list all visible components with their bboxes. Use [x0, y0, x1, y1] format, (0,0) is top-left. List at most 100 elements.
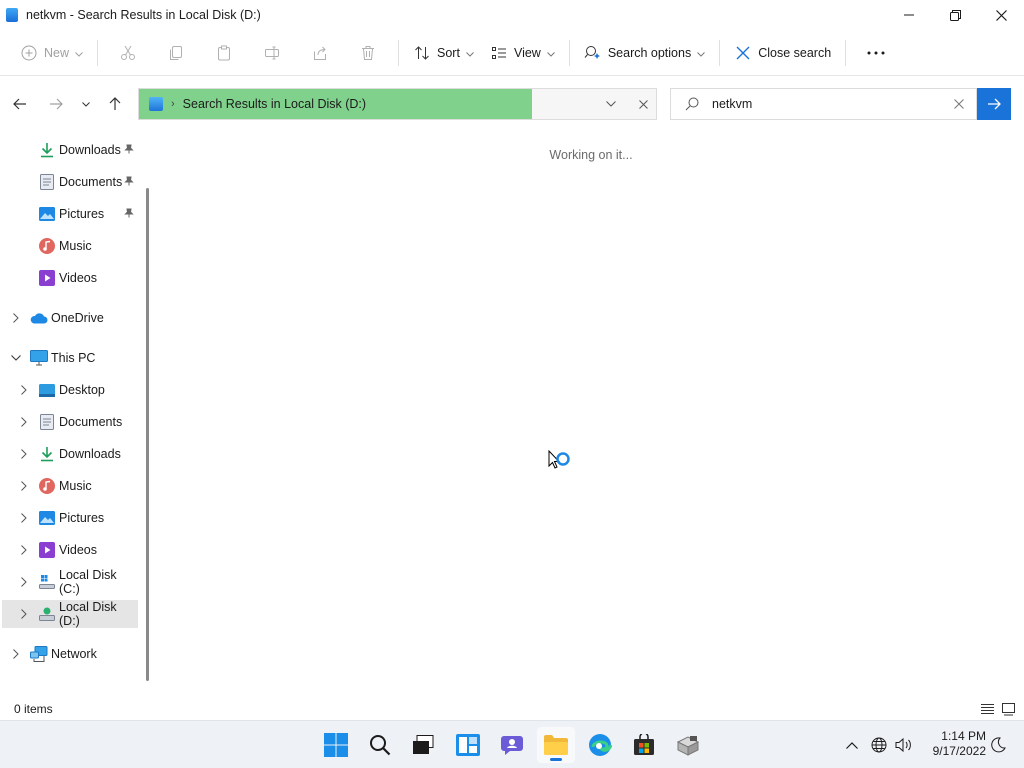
up-button[interactable] — [103, 92, 127, 116]
delete-button[interactable] — [344, 37, 392, 69]
clear-search-button[interactable] — [942, 99, 976, 109]
new-button[interactable]: New — [12, 37, 91, 69]
network-icon — [30, 645, 48, 663]
item-count: 0 items — [14, 702, 53, 716]
nav-scrollbar[interactable] — [146, 188, 149, 681]
toolbar-divider — [719, 39, 721, 66]
active-app-indicator — [550, 758, 562, 761]
nav-item-videos[interactable]: Videos — [2, 264, 138, 292]
close-button[interactable] — [978, 0, 1024, 30]
breadcrumb-search-results[interactable]: Search Results in Local Disk (D:) — [183, 97, 366, 111]
share-icon — [314, 46, 327, 60]
stop-search-button[interactable] — [629, 89, 657, 119]
store-button[interactable] — [625, 727, 663, 763]
search-go-button[interactable] — [977, 88, 1011, 120]
chevron-right-icon[interactable] — [18, 577, 30, 587]
network-tray-button[interactable] — [868, 727, 890, 763]
arrow-up-icon — [109, 97, 121, 110]
pin-icon — [124, 143, 134, 157]
show-hidden-icons-button[interactable] — [841, 727, 863, 763]
maximize-button[interactable] — [932, 0, 978, 30]
file-explorer-taskbar-button[interactable] — [537, 727, 575, 763]
picture-icon — [38, 205, 56, 223]
rename-button[interactable] — [248, 37, 296, 69]
nav-item-local-disk-d[interactable]: Local Disk (D:) — [2, 600, 138, 628]
details-view-button[interactable] — [979, 701, 995, 717]
sort-button[interactable]: Sort — [405, 37, 482, 69]
nav-item-pictures[interactable]: Pictures — [2, 200, 138, 228]
chevron-right-icon[interactable] — [10, 313, 22, 323]
close-search-button[interactable]: Close search — [726, 37, 839, 69]
drive-c-icon — [38, 573, 56, 591]
copy-button[interactable] — [152, 37, 200, 69]
paste-button[interactable] — [200, 37, 248, 69]
chevron-down-icon — [82, 101, 90, 107]
taskbar: 1:14 PM 9/17/2022 — [0, 720, 1024, 768]
forward-button[interactable] — [44, 92, 68, 116]
close-icon — [954, 99, 964, 109]
search-box[interactable]: netkvm — [670, 88, 977, 120]
focus-assist-button[interactable] — [987, 727, 1009, 763]
nav-item-music[interactable]: Music — [2, 232, 138, 260]
task-view-icon — [413, 735, 434, 754]
taskbar-search-button[interactable] — [361, 727, 399, 763]
nav-item-documents-pc[interactable]: Documents — [2, 408, 138, 436]
minimize-button[interactable] — [886, 0, 932, 30]
close-search-label: Close search — [758, 45, 832, 60]
breadcrumb-chevron-icon[interactable]: › — [171, 98, 175, 110]
copy-icon — [170, 45, 183, 60]
address-bar[interactable]: › Search Results in Local Disk (D:) — [138, 88, 657, 120]
widgets-icon — [456, 734, 480, 756]
nav-item-downloads[interactable]: Downloads — [2, 136, 138, 164]
edge-button[interactable] — [581, 727, 619, 763]
nav-item-local-disk-c[interactable]: Local Disk (C:) — [2, 568, 138, 596]
back-button[interactable] — [8, 92, 32, 116]
file-list-area[interactable]: Working on it... — [158, 130, 1024, 696]
view-label: View — [513, 45, 541, 60]
chevron-right-icon[interactable] — [18, 449, 30, 459]
nav-item-videos-pc[interactable]: Videos — [2, 536, 138, 564]
speaker-icon — [895, 737, 911, 753]
share-button[interactable] — [296, 37, 344, 69]
sort-label: Sort — [437, 45, 460, 60]
nav-item-label: OneDrive — [51, 311, 104, 325]
chevron-right-icon[interactable] — [18, 481, 30, 491]
plus-circle-icon — [20, 44, 38, 62]
nav-item-music-pc[interactable]: Music — [2, 472, 138, 500]
nav-item-pictures-pc[interactable]: Pictures — [2, 504, 138, 532]
recent-locations-button[interactable] — [74, 92, 98, 116]
chevron-right-icon[interactable] — [18, 385, 30, 395]
nav-item-downloads-pc[interactable]: Downloads — [2, 440, 138, 468]
nav-item-onedrive[interactable]: OneDrive — [2, 304, 138, 332]
task-view-button[interactable] — [404, 727, 442, 763]
chevron-right-icon[interactable] — [18, 545, 30, 555]
chevron-right-icon[interactable] — [18, 417, 30, 427]
large-icons-view-button[interactable] — [1000, 701, 1016, 717]
volume-tray-button[interactable] — [893, 727, 915, 763]
installer-app-button[interactable] — [669, 727, 707, 763]
nav-item-documents[interactable]: Documents — [2, 168, 138, 196]
minimize-icon — [904, 14, 914, 16]
search-options-button[interactable]: Search options — [576, 37, 713, 69]
more-options-button[interactable] — [852, 37, 900, 69]
search-input[interactable]: netkvm — [712, 97, 942, 111]
computer-icon — [30, 349, 48, 367]
nav-item-desktop[interactable]: Desktop — [2, 376, 138, 404]
nav-item-this-pc[interactable]: This PC — [2, 344, 138, 372]
chevron-right-icon[interactable] — [18, 609, 30, 619]
cut-button[interactable] — [104, 37, 152, 69]
chevron-down-icon[interactable] — [10, 355, 22, 361]
chevron-right-icon[interactable] — [10, 649, 22, 659]
nav-item-label: Local Disk (D:) — [59, 600, 117, 628]
view-button[interactable]: View — [482, 37, 563, 69]
address-history-dropdown[interactable] — [597, 89, 625, 119]
widgets-button[interactable] — [449, 727, 487, 763]
chat-button[interactable] — [493, 727, 531, 763]
chevron-right-icon[interactable] — [18, 513, 30, 523]
nav-item-network[interactable]: Network — [2, 640, 138, 668]
command-bar: New Sort View Search options Close searc… — [0, 30, 1024, 76]
pin-icon — [124, 207, 134, 221]
toolbar-divider — [97, 39, 99, 66]
start-button[interactable] — [317, 727, 355, 763]
taskbar-clock[interactable]: 1:14 PM 9/17/2022 — [920, 729, 986, 759]
